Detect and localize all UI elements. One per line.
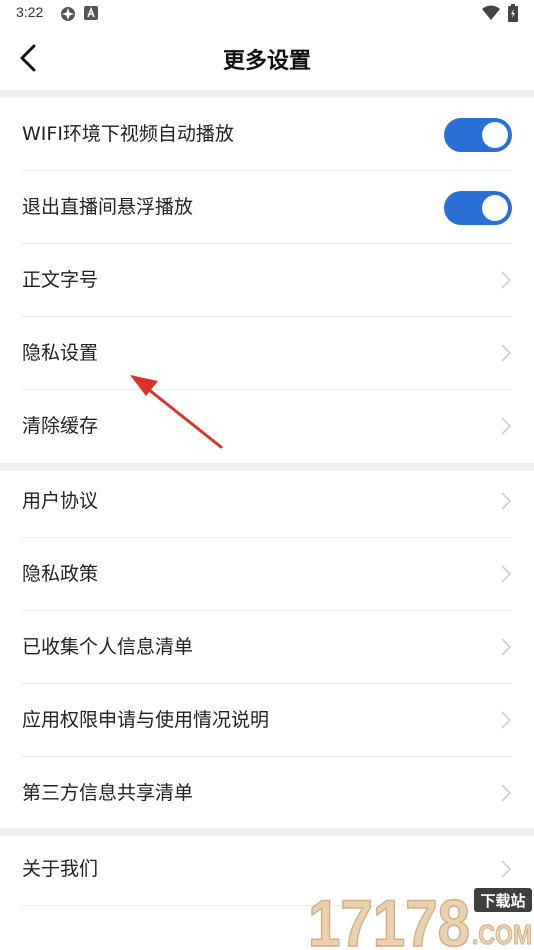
row-label: 用户协议 (22, 490, 99, 512)
row-label: 退出直播间悬浮播放 (22, 196, 194, 218)
floating-playback-toggle[interactable] (444, 191, 512, 225)
chevron-right-icon (501, 860, 512, 878)
chevron-right-icon (501, 417, 512, 435)
chevron-right-icon (501, 344, 512, 362)
row-label: 关于我们 (22, 858, 99, 880)
battery-icon (508, 4, 518, 22)
row-clear-cache[interactable]: 清除缓存 (0, 390, 534, 463)
chevron-right-icon (501, 565, 512, 583)
back-button[interactable] (8, 38, 48, 78)
row-label: 清除缓存 (22, 415, 99, 437)
row-privacy-settings[interactable]: 隐私设置 (0, 317, 534, 390)
settings-section-legal: 用户协议 隐私政策 已收集个人信息清单 应用权限申请与使用情况说明 第三方信息共… (0, 465, 534, 830)
row-third-party-sharing[interactable]: 第三方信息共享清单 (0, 757, 534, 830)
chevron-right-icon (501, 638, 512, 656)
row-label: 正文字号 (22, 269, 99, 291)
row-label: 已收集个人信息清单 (22, 636, 194, 658)
chevron-right-icon (501, 711, 512, 729)
app-notification-icon (61, 7, 75, 21)
header: 更多设置 (0, 28, 534, 90)
wifi-autoplay-toggle[interactable] (444, 118, 512, 152)
row-user-agreement[interactable]: 用户协议 (0, 465, 534, 538)
row-permissions-description[interactable]: 应用权限申请与使用情况说明 (0, 684, 534, 757)
status-time: 3:22 (16, 4, 44, 20)
row-label: 应用权限申请与使用情况说明 (22, 709, 270, 731)
row-label: 第三方信息共享清单 (22, 782, 194, 804)
text-notification-icon (84, 6, 98, 20)
row-wifi-autoplay[interactable]: WIFI环境下视频自动播放 (0, 98, 534, 171)
row-label: WIFI环境下视频自动播放 (22, 123, 234, 145)
chevron-right-icon (501, 271, 512, 289)
chevron-left-icon (20, 44, 36, 72)
page-title: 更多设置 (222, 49, 311, 74)
wifi-icon (482, 5, 500, 20)
row-collected-info-list[interactable]: 已收集个人信息清单 (0, 611, 534, 684)
watermark-tag: 下载站 (480, 892, 525, 910)
watermark-number: 17178 (308, 886, 470, 950)
chevron-right-icon (501, 492, 512, 510)
row-label: 隐私设置 (22, 342, 99, 364)
chevron-right-icon (501, 784, 512, 802)
settings-section-general: WIFI环境下视频自动播放 退出直播间悬浮播放 正文字号 隐私设置 清除缓存 (0, 98, 534, 463)
row-font-size[interactable]: 正文字号 (0, 244, 534, 317)
status-bar: 3:22 (0, 0, 534, 28)
toggle-knob (482, 195, 508, 221)
row-label: 隐私政策 (22, 563, 99, 585)
section-gap (0, 90, 534, 98)
watermark-domain: .COM (472, 919, 532, 950)
toggle-knob (482, 122, 508, 148)
watermark-logo: 17178 下载站 .COM (307, 885, 532, 950)
row-floating-playback[interactable]: 退出直播间悬浮播放 (0, 171, 534, 244)
row-privacy-policy[interactable]: 隐私政策 (0, 538, 534, 611)
